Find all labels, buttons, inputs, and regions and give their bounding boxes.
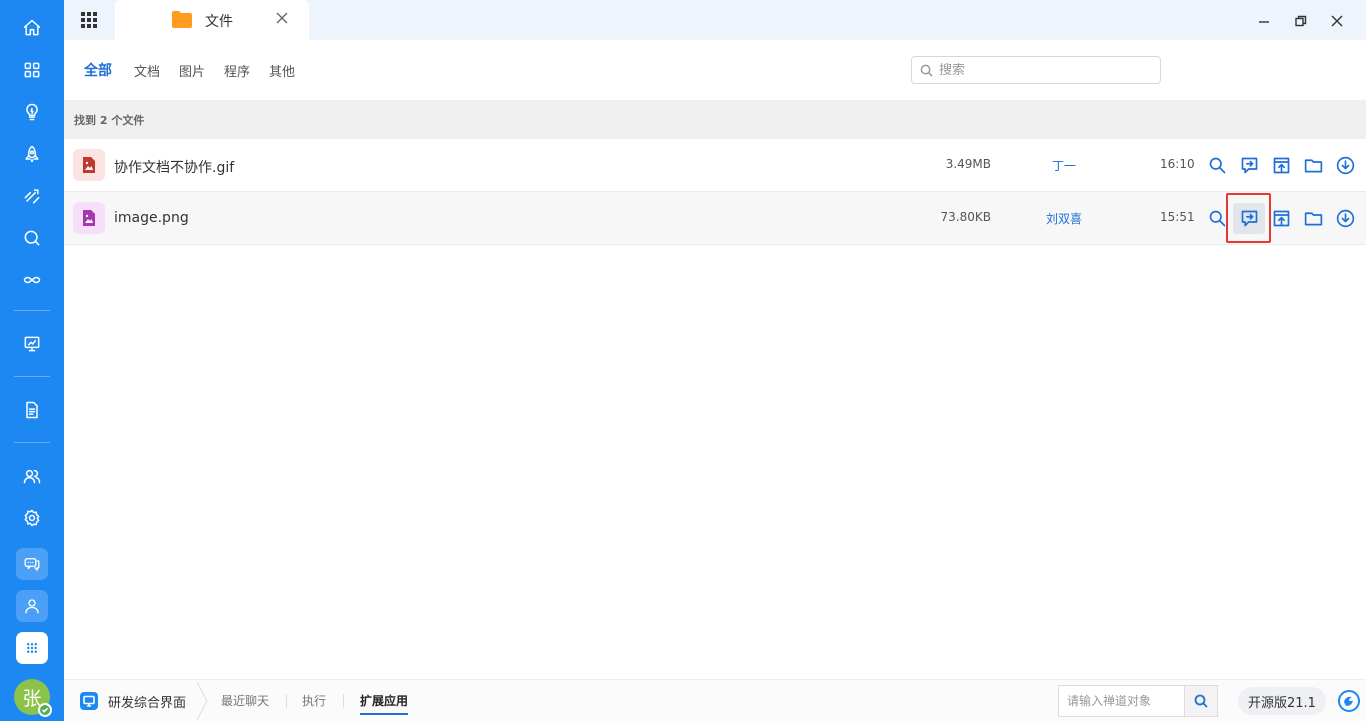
file-owner[interactable]: 刘双喜 [1024,210,1104,227]
filter-all[interactable]: 全部 [84,60,112,80]
bottom-separator [286,694,287,708]
search-icon [1194,694,1208,708]
open-external-icon[interactable] [1268,152,1294,178]
presentation-icon[interactable] [20,332,44,356]
search-icon [920,64,933,77]
file-time: 16:10 [1160,157,1195,171]
sidebar-divider [14,376,50,377]
project-name[interactable]: 研发综合界面 [108,692,186,711]
image-file-icon [73,202,105,234]
file-time: 15:51 [1160,210,1195,224]
results-summary: 找到 2 个文件 [74,114,145,127]
document-icon[interactable] [20,398,44,422]
version-badge[interactable]: 开源版21.1 [1238,687,1326,715]
infinity-icon[interactable] [20,268,44,292]
restore-icon[interactable] [1295,15,1309,29]
lightbulb-icon[interactable] [20,100,44,124]
sidebar-divider [14,310,50,311]
tab-files[interactable]: 文件 [115,0,309,40]
home-icon[interactable] [20,16,44,40]
image-file-icon [73,149,105,181]
active-link-underline [360,713,408,715]
zentao-search-button[interactable] [1184,686,1217,716]
link-execution[interactable]: 执行 [302,692,326,709]
filter-documents[interactable]: 文档 [134,61,160,80]
open-external-icon[interactable] [1268,205,1294,231]
file-name[interactable]: image.png [114,210,189,226]
app-window: 张 文件 全部 文档 图片 程序 其他 搜索 找到 2 个文件 协作文档不协作.… [0,0,1366,721]
filter-programs[interactable]: 程序 [224,61,250,80]
file-search-box [911,56,1161,84]
send-to-chat-icon[interactable] [1233,203,1265,234]
link-extensions[interactable]: 扩展应用 [360,692,408,709]
app-launcher-icon[interactable] [16,632,48,664]
close-tab-icon[interactable] [276,12,292,28]
preview-search-icon[interactable] [1204,205,1230,231]
breadcrumb-chevron-icon [195,681,209,721]
search-circle-icon[interactable] [20,226,44,250]
folder-icon [172,11,192,28]
project-monitor-icon [80,692,98,710]
bottom-bar: 研发综合界面 最近聊天 执行 扩展应用 开源版21.1 [64,679,1366,721]
sidebar-divider [14,442,50,443]
filter-other[interactable]: 其他 [269,61,295,80]
user-profile-icon[interactable] [16,590,48,622]
filter-images[interactable]: 图片 [179,61,205,80]
download-icon[interactable] [1332,205,1358,231]
file-size: 3.49MB [945,157,991,171]
bottom-separator [343,694,344,708]
close-window-icon[interactable] [1331,15,1345,29]
send-to-chat-icon[interactable] [1236,152,1262,178]
file-row[interactable]: image.png 73.80KB 刘双喜 15:51 [64,192,1366,245]
minimize-icon[interactable] [1258,15,1272,29]
open-folder-icon[interactable] [1300,205,1326,231]
file-owner[interactable]: 丁一 [1024,157,1104,174]
users-icon[interactable] [20,464,44,488]
top-bar: 文件 [64,0,1366,40]
preview-search-icon[interactable] [1204,152,1230,178]
file-size: 73.80KB [940,210,991,224]
rocket-icon[interactable] [20,142,44,166]
sprint-icon[interactable] [20,184,44,208]
file-name[interactable]: 协作文档不协作.gif [114,157,234,177]
chat-icon[interactable] [16,548,48,580]
results-summary-bar: 找到 2 个文件 [64,100,1366,139]
left-sidebar: 张 [0,0,64,721]
file-row[interactable]: 协作文档不协作.gif 3.49MB 丁一 16:10 [64,139,1366,192]
link-recent-chats[interactable]: 最近聊天 [221,692,269,709]
zentao-search-input[interactable] [1059,694,1185,708]
settings-icon[interactable] [20,506,44,530]
online-check-icon [38,703,52,717]
app-menu-grid-icon[interactable] [64,0,114,40]
tab-label: 文件 [205,14,233,30]
open-folder-icon[interactable] [1300,152,1326,178]
filter-bar: 全部 文档 图片 程序 其他 [64,40,1366,100]
apps-grid-icon[interactable] [20,58,44,82]
download-icon[interactable] [1332,152,1358,178]
avatar[interactable]: 张 [14,679,52,717]
zentao-logo-icon[interactable] [1338,690,1360,712]
file-search-input[interactable] [939,62,1139,78]
zentao-search-box [1058,685,1218,717]
